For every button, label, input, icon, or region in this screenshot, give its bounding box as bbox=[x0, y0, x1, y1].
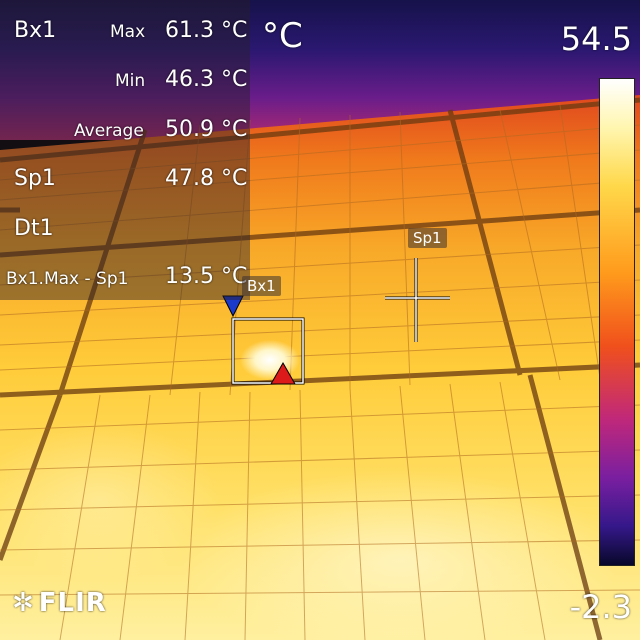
min-label: Min bbox=[115, 71, 146, 91]
max-value: 61.3 °C bbox=[165, 18, 248, 43]
average-value: 50.9 °C bbox=[165, 117, 248, 142]
sp1-label: Sp1 bbox=[14, 166, 56, 191]
sp1-value: 47.8 °C bbox=[165, 166, 248, 191]
flir-logo-icon: ✲ bbox=[12, 588, 35, 618]
temperature-colorbar bbox=[599, 78, 635, 566]
max-label: Max bbox=[110, 22, 146, 42]
flir-logo: ✲ FLIR bbox=[12, 588, 107, 618]
dt1-label: Dt1 bbox=[14, 216, 54, 241]
bx1-tag: Bx1 bbox=[242, 276, 281, 296]
min-value: 46.3 °C bbox=[165, 67, 248, 92]
average-label: Average bbox=[74, 121, 144, 141]
measurement-panel bbox=[0, 0, 250, 300]
scale-max-label: 54.5 bbox=[560, 20, 632, 58]
scale-min-label: -2.3 bbox=[569, 588, 632, 626]
delta-label: Bx1.Max - Sp1 bbox=[6, 269, 129, 289]
bx1-label: Bx1 bbox=[14, 18, 57, 43]
delta-value: 13.5 °C bbox=[165, 264, 248, 289]
sp1-tag: Sp1 bbox=[408, 228, 447, 248]
thermal-viewer: Bx1 Max 61.3 °C Min 46.3 °C Average 50.9… bbox=[0, 0, 640, 640]
flir-logo-text: FLIR bbox=[38, 588, 107, 618]
unit-label: °C bbox=[262, 16, 303, 56]
